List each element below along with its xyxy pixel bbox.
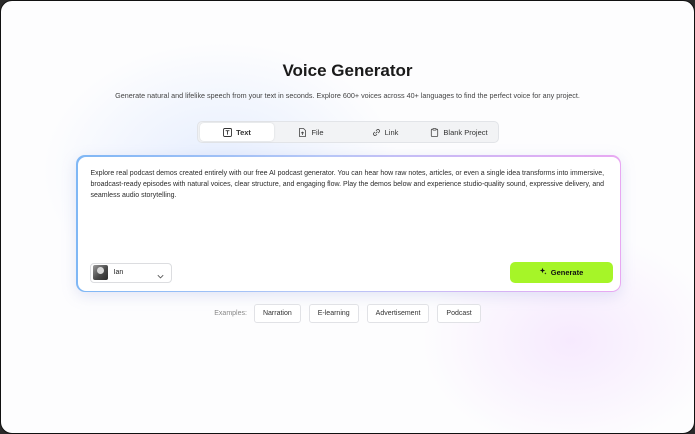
page-title: Voice Generator (282, 61, 413, 80)
voice-avatar (92, 265, 108, 280)
generate-button[interactable]: Generate (509, 261, 613, 283)
input-mode-tabs: Text File Link Blank Project (197, 121, 499, 143)
tab-file-label: File (311, 127, 324, 137)
tab-text[interactable]: Text (200, 123, 274, 141)
sparkle-icon (539, 267, 547, 277)
clipboard-icon (430, 127, 439, 137)
examples-label: Examples: (214, 310, 247, 317)
example-chip-narration[interactable]: Narration (253, 304, 301, 323)
examples-row: Examples: Narration E-learning Advertise… (1, 304, 694, 323)
tab-link-label: Link (384, 127, 399, 137)
tab-file[interactable]: File (274, 123, 348, 141)
editor-text[interactable]: Explore real podcast demos created entir… (91, 168, 606, 202)
example-chip-advertisement[interactable]: Advertisement (366, 304, 430, 323)
tab-blank-project[interactable]: Blank Project (422, 123, 496, 141)
example-chip-e-learning[interactable]: E-learning (308, 304, 359, 323)
text-icon (223, 127, 233, 137)
generate-label: Generate (550, 267, 584, 277)
chevron-down-icon (156, 268, 165, 279)
editor-gradient-border: Explore real podcast demos created entir… (76, 155, 621, 292)
tab-link[interactable]: Link (348, 123, 422, 141)
example-chip-podcast[interactable]: Podcast (437, 304, 481, 323)
file-icon (298, 127, 307, 137)
voice-selector[interactable]: Ian (89, 262, 172, 283)
voice-name: Ian (113, 269, 124, 276)
tab-text-label: Text (236, 127, 251, 137)
tab-blank-project-label: Blank Project (443, 127, 488, 137)
page-subtitle: Generate natural and lifelike speech fro… (115, 91, 580, 100)
app-window: Voice Generator Generate natural and lif… (0, 0, 695, 434)
text-editor[interactable]: Explore real podcast demos created entir… (77, 156, 620, 291)
link-icon (372, 128, 381, 137)
